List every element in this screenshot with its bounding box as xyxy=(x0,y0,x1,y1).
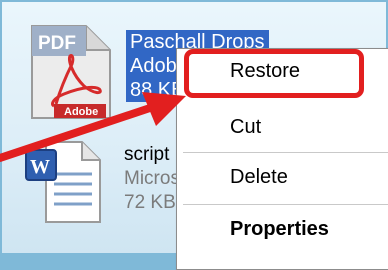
menu-item-cut[interactable]: Cut xyxy=(177,107,388,147)
menu-item-label: Cut xyxy=(230,116,262,138)
pdf-file-icon[interactable]: PDF Adobe xyxy=(28,24,112,120)
menu-item-properties[interactable]: Properties xyxy=(177,209,388,249)
file-name[interactable]: script xyxy=(124,144,169,166)
menu-separator xyxy=(183,152,388,153)
file-size: 72 KB xyxy=(124,192,176,213)
menu-item-label: Properties xyxy=(230,218,329,240)
menu-item-label: Delete xyxy=(230,166,288,188)
restore-highlight-box xyxy=(184,49,364,98)
menu-separator xyxy=(183,204,388,205)
svg-text:W: W xyxy=(30,156,50,178)
svg-text:PDF: PDF xyxy=(38,33,76,54)
svg-text:Adobe: Adobe xyxy=(64,106,98,118)
word-file-icon[interactable]: W xyxy=(24,140,102,224)
menu-item-delete[interactable]: Delete xyxy=(177,157,388,197)
